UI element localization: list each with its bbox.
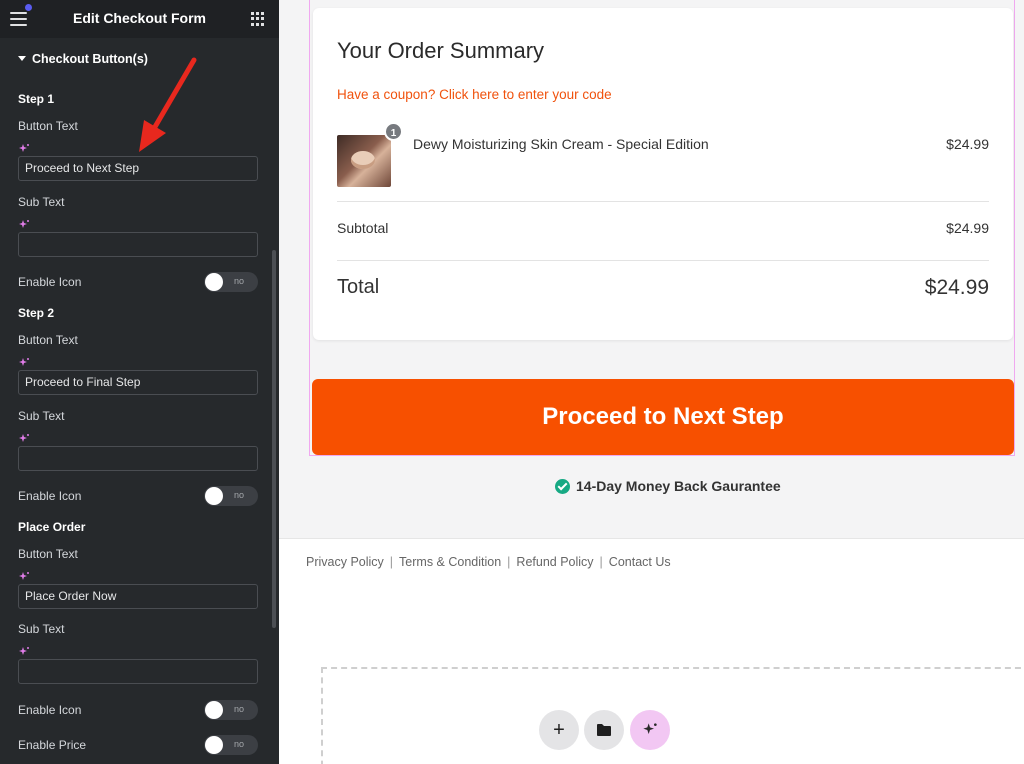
proceed-next-step-button[interactable]: Proceed to Next Step — [312, 379, 1014, 455]
toggle-state: no — [234, 276, 245, 286]
ai-sparkle-icon[interactable] — [18, 571, 30, 583]
ai-sparkle-icon — [643, 723, 657, 734]
plus-icon: + — [553, 719, 565, 741]
section-checkout-buttons[interactable]: Checkout Button(s) — [18, 52, 148, 66]
footer-link-privacy[interactable]: Privacy Policy — [306, 555, 384, 569]
place-order-sub-text-input[interactable] — [18, 659, 258, 684]
divider — [337, 201, 989, 202]
divider — [337, 260, 989, 261]
footer-link-terms[interactable]: Terms & Condition — [399, 555, 501, 569]
footer-links: Privacy Policy | Terms & Condition | Refund … — [306, 555, 671, 569]
section-title: Checkout Button(s) — [32, 52, 148, 66]
folder-icon — [597, 724, 611, 736]
toggle-knob — [205, 701, 223, 719]
step1-sub-text-input[interactable] — [18, 232, 258, 257]
place-order-button-text-input[interactable]: Place Order Now — [18, 584, 258, 609]
total-label: Total — [337, 276, 380, 298]
money-back-guarantee: 14-Day Money Back Gaurantee — [555, 478, 781, 494]
ai-assistant-button[interactable] — [630, 710, 670, 750]
place-order-button-text-label: Button Text — [18, 547, 78, 561]
preview-canvas: Your Order Summary Have a coupon? Click … — [279, 0, 1024, 764]
check-circle-icon — [555, 479, 570, 494]
apps-grid-icon[interactable] — [251, 12, 265, 26]
coupon-link[interactable]: Have a coupon? Click here to enter your … — [337, 87, 612, 102]
place-order-sub-text-label: Sub Text — [18, 622, 65, 636]
panel-header: Edit Checkout Form — [0, 0, 279, 38]
toggle-knob — [205, 273, 223, 291]
template-library-button[interactable] — [584, 710, 624, 750]
step1-enable-icon-toggle[interactable]: no — [204, 272, 258, 292]
place-order-enable-icon-label: Enable Icon — [18, 703, 82, 717]
separator: | — [599, 555, 603, 569]
product-jar-image — [351, 151, 375, 169]
ai-sparkle-icon[interactable] — [18, 143, 30, 155]
ai-sparkle-icon[interactable] — [18, 357, 30, 369]
toggle-state: no — [234, 490, 245, 500]
toggle-state: no — [234, 739, 245, 749]
subtotal-value: $24.99 — [946, 220, 989, 236]
toggle-knob — [205, 736, 223, 754]
ai-sparkle-icon[interactable] — [18, 219, 30, 231]
add-section-button[interactable]: + — [539, 710, 579, 750]
step2-button-text-label: Button Text — [18, 333, 78, 347]
separator: | — [507, 555, 511, 569]
editor-panel: Edit Checkout Form Checkout Button(s) St… — [0, 0, 279, 764]
toggle-knob — [205, 487, 223, 505]
guarantee-text: 14-Day Money Back Gaurantee — [576, 478, 781, 494]
product-thumbnail — [337, 135, 391, 187]
total-value: $24.99 — [924, 276, 989, 299]
ai-sparkle-icon[interactable] — [18, 646, 30, 658]
section-drop-zone[interactable] — [321, 667, 1024, 764]
toggle-state: no — [234, 704, 245, 714]
panel-scrollbar[interactable] — [272, 250, 276, 628]
step2-button-text-input[interactable]: Proceed to Final Step — [18, 370, 258, 395]
ai-sparkle-icon[interactable] — [18, 433, 30, 445]
step1-button-text-input[interactable]: Proceed to Next Step — [18, 156, 258, 181]
product-price: $24.99 — [946, 136, 989, 152]
step1-enable-icon-label: Enable Icon — [18, 275, 82, 289]
step2-heading: Step 2 — [18, 306, 55, 320]
step2-enable-icon-toggle[interactable]: no — [204, 486, 258, 506]
order-summary-title: Your Order Summary — [337, 38, 545, 63]
step1-heading: Step 1 — [18, 92, 55, 106]
place-order-enable-price-label: Enable Price — [18, 738, 87, 752]
order-summary-card: Your Order Summary Have a coupon? Click … — [313, 8, 1013, 340]
place-order-enable-icon-toggle[interactable]: no — [204, 700, 258, 720]
place-order-enable-price-toggle[interactable]: no — [204, 735, 258, 755]
footer-link-refund[interactable]: Refund Policy — [516, 555, 593, 569]
separator: | — [389, 555, 394, 569]
step2-sub-text-label: Sub Text — [18, 409, 65, 423]
quantity-badge: 1 — [384, 122, 403, 141]
step2-enable-icon-label: Enable Icon — [18, 489, 82, 503]
panel-title: Edit Checkout Form — [72, 10, 206, 26]
subtotal-label: Subtotal — [337, 220, 389, 236]
step2-sub-text-input[interactable] — [18, 446, 258, 471]
step1-button-text-label: Button Text — [18, 119, 78, 133]
step1-sub-text-label: Sub Text — [18, 195, 65, 209]
place-order-heading: Place Order — [18, 520, 86, 534]
footer-link-contact[interactable]: Contact Us — [609, 555, 671, 569]
caret-down-icon — [18, 56, 26, 61]
checkout-widget[interactable]: Your Order Summary Have a coupon? Click … — [309, 0, 1015, 456]
product-name: Dewy Moisturizing Skin Cream - Special E… — [413, 136, 709, 152]
